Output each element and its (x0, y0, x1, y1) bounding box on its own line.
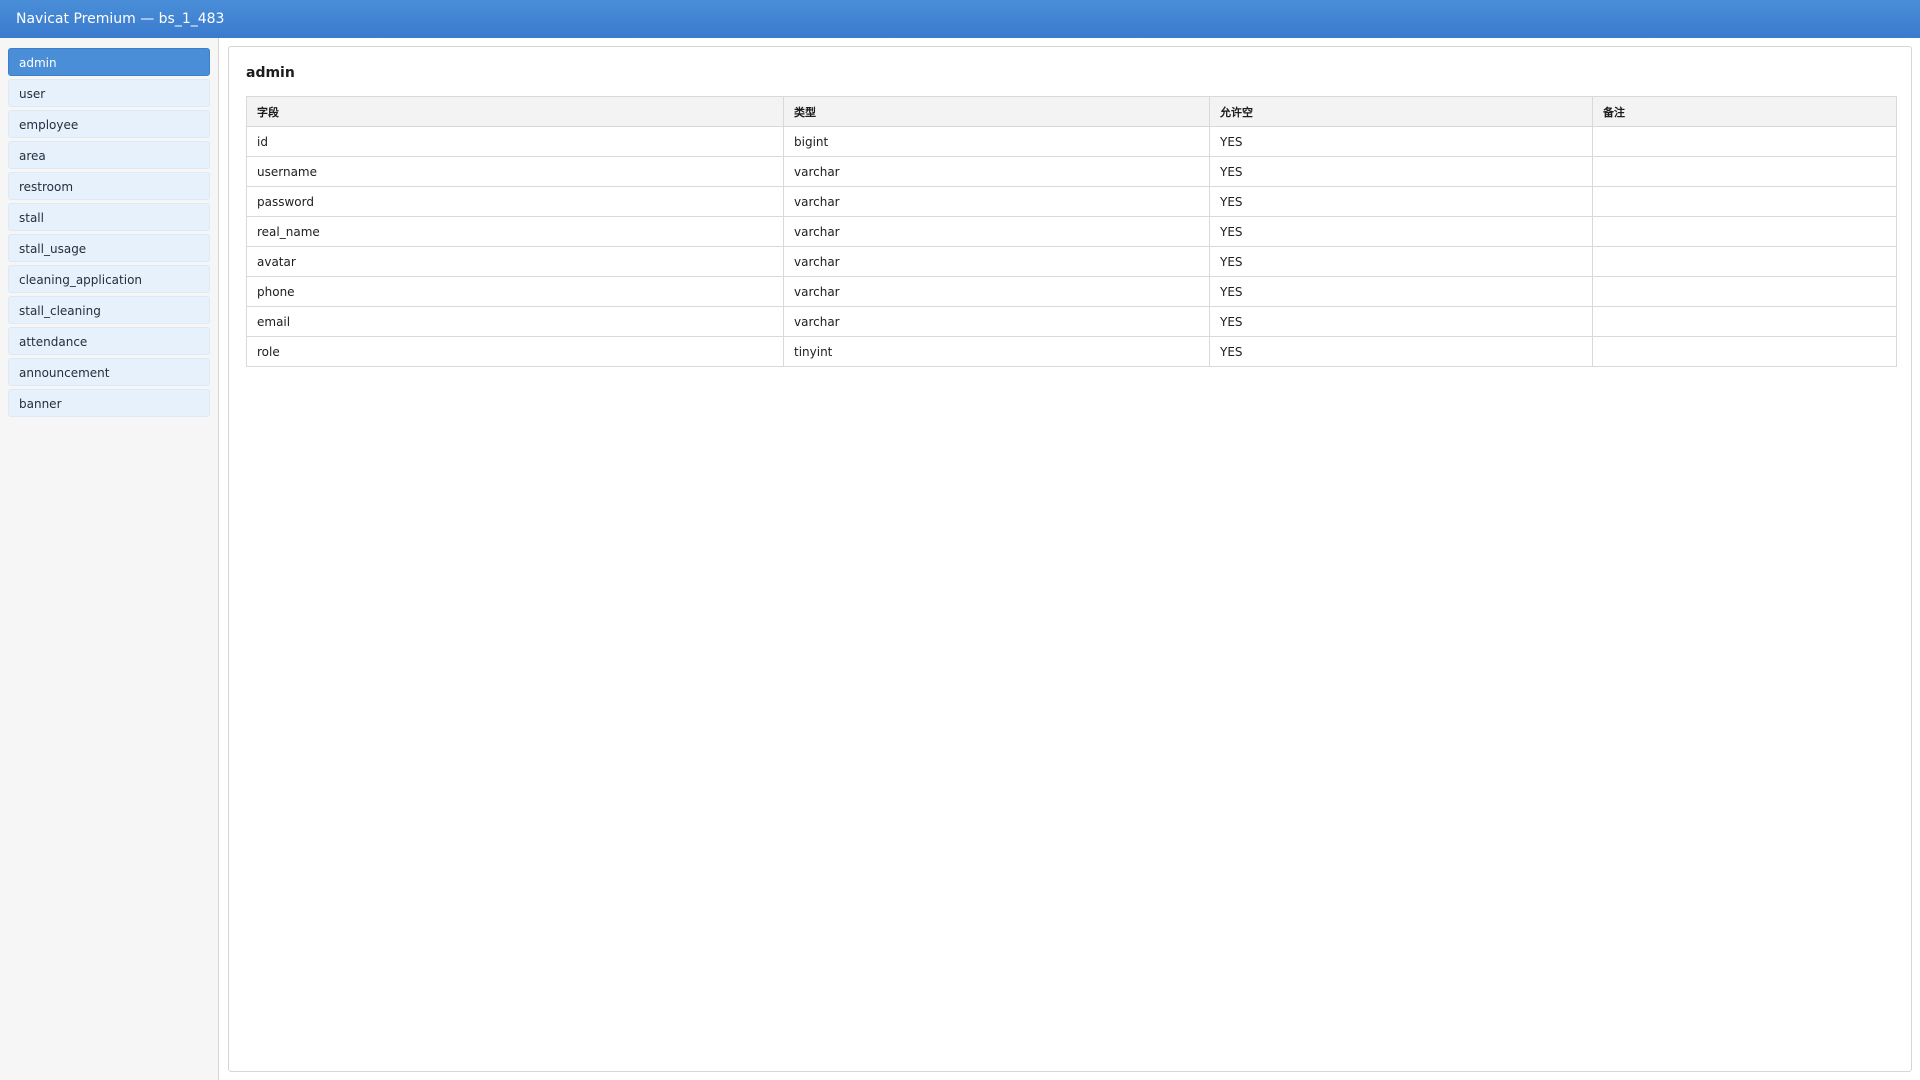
column-header-field[interactable]: 字段 (246, 96, 784, 127)
cell-nullable[interactable]: YES (1209, 246, 1593, 277)
window-title-bar: Navicat Premium — bs_1_483 (0, 0, 1920, 38)
table-title: admin (246, 65, 295, 81)
column-header-type[interactable]: 类型 (783, 96, 1210, 127)
sidebar-item-attendance[interactable]: attendance (8, 327, 210, 355)
cell-nullable[interactable]: YES (1209, 336, 1593, 367)
table-structure-panel: admin 字段 类型 允许空 备注 id bigint YES usernam… (228, 46, 1912, 1072)
table-row[interactable]: id bigint YES (246, 126, 1897, 157)
cell-nullable[interactable]: YES (1209, 276, 1593, 307)
table-row[interactable]: phone varchar YES (246, 276, 1897, 307)
cell-field[interactable]: email (246, 306, 784, 337)
column-header-nullable[interactable]: 允许空 (1209, 96, 1593, 127)
sidebar-item-stall[interactable]: stall (8, 203, 210, 231)
cell-type[interactable]: varchar (783, 186, 1210, 217)
cell-comment[interactable] (1592, 216, 1897, 247)
cell-comment[interactable] (1592, 126, 1897, 157)
table-row[interactable]: role tinyint YES (246, 336, 1897, 367)
sidebar-item-cleaning-application[interactable]: cleaning_application (8, 265, 210, 293)
column-header-comment[interactable]: 备注 (1592, 96, 1897, 127)
sidebar-item-employee[interactable]: employee (8, 110, 210, 138)
cell-comment[interactable] (1592, 276, 1897, 307)
cell-field[interactable]: avatar (246, 246, 784, 277)
cell-nullable[interactable]: YES (1209, 186, 1593, 217)
cell-comment[interactable] (1592, 246, 1897, 277)
cell-type[interactable]: varchar (783, 156, 1210, 187)
cell-field[interactable]: password (246, 186, 784, 217)
cell-field[interactable]: id (246, 126, 784, 157)
table-row[interactable]: password varchar YES (246, 186, 1897, 217)
sidebar-item-area[interactable]: area (8, 141, 210, 169)
cell-type[interactable]: bigint (783, 126, 1210, 157)
cell-type[interactable]: varchar (783, 276, 1210, 307)
table-row[interactable]: real_name varchar YES (246, 216, 1897, 247)
cell-comment[interactable] (1592, 156, 1897, 187)
cell-comment[interactable] (1592, 306, 1897, 337)
cell-field[interactable]: role (246, 336, 784, 367)
cell-nullable[interactable]: YES (1209, 156, 1593, 187)
sidebar-item-user[interactable]: user (8, 79, 210, 107)
cell-type[interactable]: varchar (783, 306, 1210, 337)
sidebar: admin user employee area restroom stall … (0, 38, 219, 1080)
sidebar-item-admin[interactable]: admin (8, 48, 210, 76)
table-row[interactable]: username varchar YES (246, 156, 1897, 187)
cell-field[interactable]: real_name (246, 216, 784, 247)
cell-type[interactable]: varchar (783, 246, 1210, 277)
sidebar-item-banner[interactable]: banner (8, 389, 210, 417)
cell-type[interactable]: varchar (783, 216, 1210, 247)
table-row[interactable]: avatar varchar YES (246, 246, 1897, 277)
sidebar-item-stall-cleaning[interactable]: stall_cleaning (8, 296, 210, 324)
cell-type[interactable]: tinyint (783, 336, 1210, 367)
cell-comment[interactable] (1592, 186, 1897, 217)
cell-nullable[interactable]: YES (1209, 216, 1593, 247)
sidebar-item-stall-usage[interactable]: stall_usage (8, 234, 210, 262)
cell-nullable[interactable]: YES (1209, 126, 1593, 157)
cell-field[interactable]: phone (246, 276, 784, 307)
window-title: Navicat Premium — bs_1_483 (16, 11, 225, 27)
sidebar-item-announcement[interactable]: announcement (8, 358, 210, 386)
structure-table: 字段 类型 允许空 备注 id bigint YES username varc… (246, 96, 1897, 367)
cell-field[interactable]: username (246, 156, 784, 187)
cell-comment[interactable] (1592, 336, 1897, 367)
sidebar-item-restroom[interactable]: restroom (8, 172, 210, 200)
table-row[interactable]: email varchar YES (246, 306, 1897, 337)
cell-nullable[interactable]: YES (1209, 306, 1593, 337)
table-header-row: 字段 类型 允许空 备注 (246, 96, 1897, 127)
